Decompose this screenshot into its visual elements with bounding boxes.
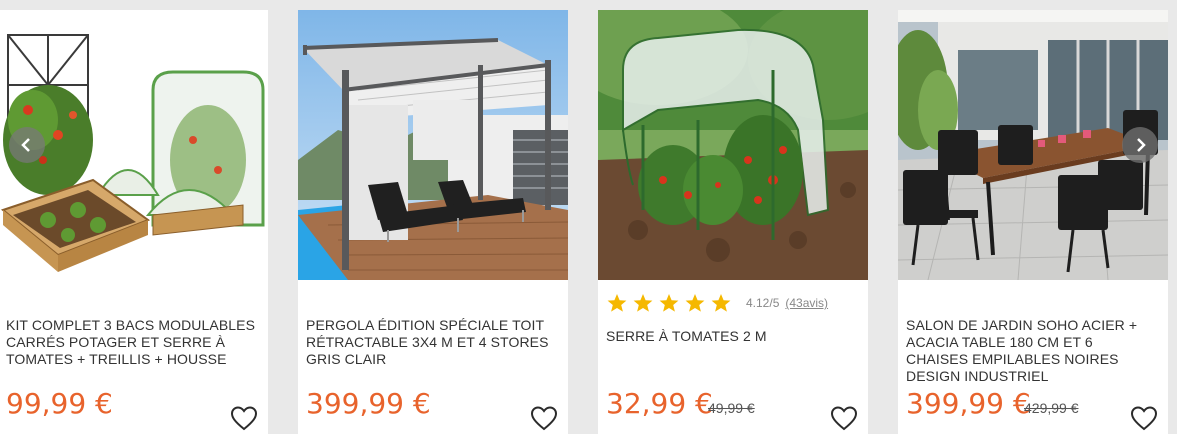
heart-outline-icon[interactable] [830,405,858,431]
product-title[interactable]: SERRE À TOMATES 2 M [606,328,858,345]
product-image-tomato-greenhouse[interactable] [598,10,868,280]
product-title[interactable]: SALON DE JARDIN SOHO ACIER + ACACIA TABL… [906,317,1158,385]
heart-outline-icon[interactable] [530,405,558,431]
product-card[interactable]: KIT COMPLET 3 BACS MODULABLES CARRÉS POT… [0,10,268,434]
product-image-pergola[interactable] [298,10,568,280]
product-card[interactable]: PERGOLA ÉDITION SPÉCIALE TOIT RÉTRACTABL… [298,10,568,434]
star-icon [684,293,706,313]
product-title[interactable]: PERGOLA ÉDITION SPÉCIALE TOIT RÉTRACTABL… [306,317,558,368]
product-old-price: 49,99 € [708,400,755,416]
product-card[interactable]: 4.12/5 (43avis) SERRE À TOMATES 2 M 32,9… [598,10,868,434]
star-icon [632,293,654,313]
carousel-prev-button[interactable] [9,127,45,163]
heart-outline-icon[interactable] [230,405,258,431]
product-price: 99,99 € [6,387,113,420]
product-old-price: 429,99 € [1024,400,1079,416]
product-price: 399,99 € [306,387,431,420]
star-icon [606,293,628,313]
product-carousel: KIT COMPLET 3 BACS MODULABLES CARRÉS POT… [0,0,1177,434]
star-icon [658,293,680,313]
product-price: 399,99 € [906,387,1031,420]
heart-outline-icon[interactable] [1130,405,1158,431]
product-price: 32,99 € [606,387,713,420]
reviews-link[interactable]: (43avis) [785,296,828,310]
chevron-left-icon [21,138,30,152]
rating-score: 4.12/5 [746,296,780,310]
product-title[interactable]: KIT COMPLET 3 BACS MODULABLES CARRÉS POT… [6,317,258,368]
carousel-next-button[interactable] [1122,127,1158,163]
star-icon [710,293,732,313]
product-card[interactable]: SALON DE JARDIN SOHO ACIER + ACACIA TABL… [898,10,1168,434]
product-rating: 4.12/5 (43avis) [606,294,828,312]
chevron-right-icon [1137,138,1146,152]
rating-stars [606,293,732,313]
